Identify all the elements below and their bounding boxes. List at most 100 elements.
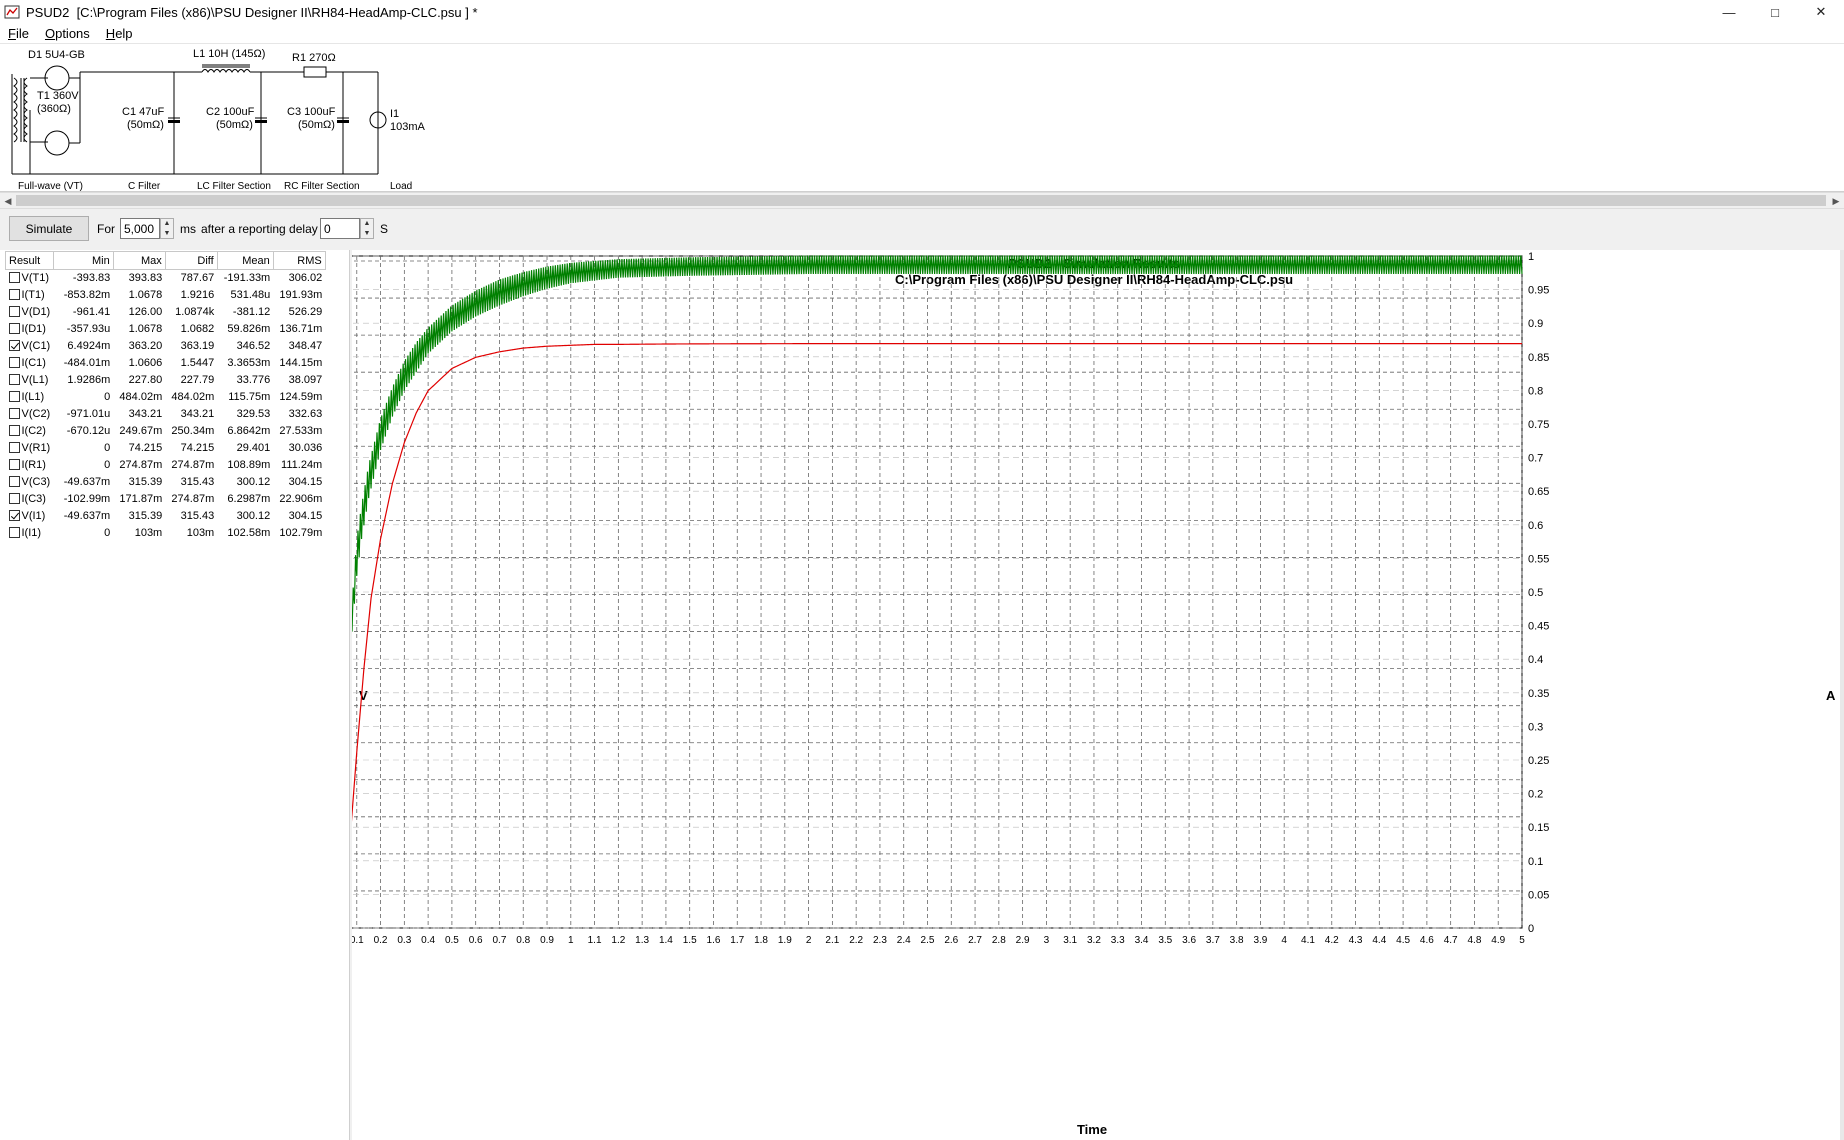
x-tick-label: 0.5 [445,935,459,946]
col-min[interactable]: Min [52,251,114,270]
result-checkbox[interactable] [8,527,20,538]
label-c1-esr: (50mΩ) [127,119,164,131]
diff-cell: 343.21 [180,408,215,420]
table-row[interactable]: I(C3) -102.99m 171.87m 274.87m 6.2987m 22.906… [6,491,326,508]
col-mean[interactable]: Mean [216,251,274,270]
rms-cell: 102.79m [279,527,323,539]
scroll-left-icon[interactable]: ◀ [1,195,15,207]
close-button[interactable]: ✕ [1798,0,1844,24]
label-l1: L1 10H (145Ω) [193,48,265,60]
x-tick-label: 3.7 [1206,935,1220,946]
y2-tick-label: 0.1 [1528,856,1543,868]
app-icon [4,5,20,19]
table-row[interactable]: V(C1) 6.4924m 363.20 363.19 346.52 348.47 [6,338,326,355]
table-row[interactable]: I(C2) -670.12u 249.67m 250.34m 6.8642m 27.533… [6,423,326,440]
simulate-button[interactable]: Simulate [9,216,89,241]
mean-cell: 115.75m [228,391,271,403]
rms-cell: 124.59m [279,391,323,403]
x-tick-label: 2.6 [944,935,958,946]
chart-scrollbar[interactable] [1840,250,1844,1140]
max-cell: 103m [134,527,163,539]
result-checkbox[interactable] [8,357,20,368]
x-tick-label: 4.6 [1420,935,1434,946]
result-checkbox[interactable] [8,442,20,453]
y2-tick-label: 0.75 [1528,419,1549,431]
table-row[interactable]: V(D1) -961.41 126.00 1.0874k -381.12 526.29 [6,304,326,321]
result-name: V(L1) [21,374,49,386]
table-row[interactable]: V(C3) -49.637m 315.39 315.43 300.12 304.15 [6,474,326,491]
table-row[interactable]: I(C1) -484.01m 1.0606 1.5447 3.3653m 144.15m [6,355,326,372]
result-cell: V(D1) [6,304,54,321]
min-cell: -49.637m [63,510,111,522]
section-rectifier: Full-wave (VT) [18,181,83,192]
result-checkbox[interactable] [8,306,20,317]
x-tick-label: 2 [806,935,812,946]
result-checkbox[interactable] [8,289,20,300]
table-row[interactable]: I(I1) 0 103m 103m 102.58m 102.79m [6,525,326,542]
y-axis-label: V [359,688,368,703]
table-row[interactable]: V(C2) -971.01u 343.21 343.21 329.53 332.63 [6,406,326,423]
section-rc-filter: RC Filter Section [284,181,360,192]
x-tick-label: 4.4 [1372,935,1386,946]
menu-file[interactable]: File [0,26,37,41]
x-tick-label: 2.9 [1016,935,1030,946]
x-tick-label: 4.2 [1325,935,1339,946]
minimize-button[interactable]: — [1706,0,1752,24]
menu-help[interactable]: Help [98,26,141,41]
table-row[interactable]: I(R1) 0 274.87m 274.87m 108.89m 111.24m [6,457,326,474]
result-checkbox[interactable] [8,391,20,402]
diff-cell: 1.0682 [180,323,215,335]
mean-cell: 33.776 [236,374,271,386]
table-row[interactable]: I(L1) 0 484.02m 484.02m 115.75m 124.59m [6,389,326,406]
section-lc-filter: LC Filter Section [197,181,271,192]
menu-options[interactable]: Options [37,26,98,41]
max-cell: 1.0678 [128,323,163,335]
result-checkbox[interactable] [8,459,20,470]
rms-cell: 144.15m [279,357,323,369]
scroll-right-icon[interactable]: ▶ [1829,195,1843,207]
result-checkbox[interactable] [8,340,20,351]
y2-tick-label: 0.9 [1528,318,1543,330]
result-checkbox[interactable] [8,323,20,334]
result-checkbox[interactable] [8,425,20,436]
result-checkbox[interactable] [8,272,20,284]
duration-input[interactable] [120,218,160,239]
table-row[interactable]: V(L1) 1.9286m 227.80 227.79 33.776 38.097 [6,372,326,389]
simulation-toolbar: Simulate For ▲▼ ms after a reporting del… [0,212,1844,246]
result-checkbox[interactable] [8,510,20,521]
for-label: For [97,222,115,236]
x-tick-label: 3.1 [1063,935,1077,946]
table-row[interactable]: V(T1) -393.83 393.83 787.67 -191.33m 306.02 [6,270,326,287]
schematic-scrollbar[interactable]: ◀ ▶ [0,192,1844,209]
table-row[interactable]: V(I1) -49.637m 315.39 315.43 300.12 304.15 [6,508,326,525]
maximize-button[interactable]: □ [1752,0,1798,24]
col-rms[interactable]: RMS [272,251,326,270]
col-diff[interactable]: Diff [164,251,218,270]
table-row[interactable]: V(R1) 0 74.215 74.215 29.401 30.036 [6,440,326,457]
label-r1: R1 270Ω [292,52,336,64]
y2-tick-label: 0.5 [1528,587,1543,599]
rms-cell: 136.71m [279,323,323,335]
x-tick-label: 0.2 [374,935,388,946]
diff-cell: 1.9216 [180,289,215,301]
delay-spinner[interactable]: ▲ ▼ [360,218,374,239]
col-max[interactable]: Max [112,251,166,270]
x-tick-label: 2.1 [825,935,839,946]
result-checkbox[interactable] [8,476,20,487]
duration-spinner[interactable]: ▲ ▼ [160,218,174,239]
table-row[interactable]: I(T1) -853.82m 1.0678 1.9216 531.48u 191.93m [6,287,326,304]
table-row[interactable]: I(D1) -357.93u 1.0678 1.0682 59.826m 136.71m [6,321,326,338]
col-result[interactable]: Result [5,251,54,270]
result-checkbox[interactable] [8,374,20,385]
scrollbar-thumb[interactable] [16,195,1826,206]
result-cell: V(I1) [6,508,54,525]
result-name: V(I1) [21,510,46,522]
result-checkbox[interactable] [8,408,20,419]
x-tick-label: 2.4 [897,935,911,946]
x-tick-label: 4.8 [1467,935,1481,946]
x-tick-label: 5 [1519,935,1525,946]
min-cell: -357.93u [66,323,111,335]
delay-input[interactable] [320,218,360,239]
x-tick-label: 1.4 [659,935,673,946]
result-checkbox[interactable] [8,493,20,504]
